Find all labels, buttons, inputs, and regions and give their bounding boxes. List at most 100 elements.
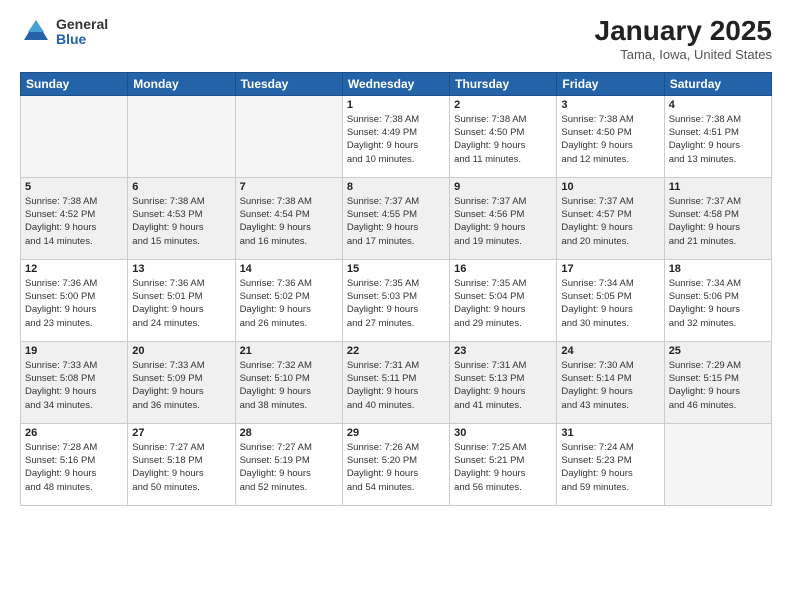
- day-info: Sunrise: 7:38 AM Sunset: 4:50 PM Dayligh…: [454, 113, 552, 166]
- day-number: 7: [240, 181, 338, 193]
- weekday-header-thursday: Thursday: [450, 72, 557, 95]
- calendar-cell: 22 Sunrise: 7:31 AM Sunset: 5:11 PM Dayli…: [342, 341, 449, 423]
- calendar-cell: 29Sunrise: 7:26 AM Sunset: 5:20 PM Dayli…: [342, 423, 449, 505]
- day-info: Sunrise: 7:27 AM Sunset: 5:19 PM Dayligh…: [240, 441, 338, 494]
- weekday-header-sunday: Sunday: [21, 72, 128, 95]
- calendar-cell: 26 Sunrise: 7:28 AM Sunset: 5:16 PM Dayli…: [21, 423, 128, 505]
- calendar-cell: 8 Sunrise: 7:37 AM Sunset: 4:55 PM Daylig…: [342, 177, 449, 259]
- day-info: Sunrise: 7:34 AM Sunset: 5:05 PM Dayligh…: [561, 277, 659, 330]
- calendar-cell: 28 Sunrise: 7:27 AM Sunset: 5:19 PM Dayli…: [235, 423, 342, 505]
- day-number: 27: [132, 427, 230, 439]
- day-info: Sunrise: 7:31 AM Sunset: 5:13 PM Dayligh…: [454, 359, 552, 412]
- day-number: 23: [454, 345, 552, 357]
- calendar-cell: 20 Sunrise: 7:33 AM Sunset: 5:09 PM Dayli…: [128, 341, 235, 423]
- day-number: 4: [669, 99, 767, 111]
- week-row-3: 12Sunrise: 7:36 AM Sunset: 5:00 PM Dayli…: [21, 259, 772, 341]
- calendar: SundayMondayTuesdayWednesdayThursdayFrid…: [20, 72, 772, 506]
- week-row-4: 19Sunrise: 7:33 AM Sunset: 5:08 PM Dayli…: [21, 341, 772, 423]
- weekday-header-wednesday: Wednesday: [342, 72, 449, 95]
- calendar-cell: 16 Sunrise: 7:35 AM Sunset: 5:04 PM Dayli…: [450, 259, 557, 341]
- calendar-cell: 19Sunrise: 7:33 AM Sunset: 5:08 PM Dayli…: [21, 341, 128, 423]
- week-row-5: 26 Sunrise: 7:28 AM Sunset: 5:16 PM Dayli…: [21, 423, 772, 505]
- day-info: Sunrise: 7:38 AM Sunset: 4:54 PM Dayligh…: [240, 195, 338, 248]
- calendar-cell: 21 Sunrise: 7:32 AM Sunset: 5:10 PM Dayli…: [235, 341, 342, 423]
- logo-general: General: [56, 17, 108, 32]
- day-number: 19: [25, 345, 123, 357]
- day-info: Sunrise: 7:24 AM Sunset: 5:23 PM Dayligh…: [561, 441, 659, 494]
- day-number: 22: [347, 345, 445, 357]
- day-info: Sunrise: 7:25 AM Sunset: 5:21 PM Dayligh…: [454, 441, 552, 494]
- weekday-header-tuesday: Tuesday: [235, 72, 342, 95]
- calendar-cell: [664, 423, 771, 505]
- day-info: Sunrise: 7:31 AM Sunset: 5:11 PM Dayligh…: [347, 359, 445, 412]
- day-number: 31: [561, 427, 659, 439]
- calendar-cell: 17 Sunrise: 7:34 AM Sunset: 5:05 PM Dayli…: [557, 259, 664, 341]
- day-number: 30: [454, 427, 552, 439]
- day-number: 13: [132, 263, 230, 275]
- day-info: Sunrise: 7:38 AM Sunset: 4:51 PM Dayligh…: [669, 113, 767, 166]
- calendar-cell: 2 Sunrise: 7:38 AM Sunset: 4:50 PM Daylig…: [450, 95, 557, 177]
- day-info: Sunrise: 7:37 AM Sunset: 4:55 PM Dayligh…: [347, 195, 445, 248]
- day-info: Sunrise: 7:36 AM Sunset: 5:02 PM Dayligh…: [240, 277, 338, 330]
- calendar-cell: [128, 95, 235, 177]
- page-container: General Blue January 2025 Tama, Iowa, Un…: [0, 0, 792, 612]
- calendar-cell: 5Sunrise: 7:38 AM Sunset: 4:52 PM Daylig…: [21, 177, 128, 259]
- day-number: 17: [561, 263, 659, 275]
- day-info: Sunrise: 7:32 AM Sunset: 5:10 PM Dayligh…: [240, 359, 338, 412]
- weekday-header-saturday: Saturday: [664, 72, 771, 95]
- calendar-cell: 7 Sunrise: 7:38 AM Sunset: 4:54 PM Daylig…: [235, 177, 342, 259]
- day-info: Sunrise: 7:35 AM Sunset: 5:04 PM Dayligh…: [454, 277, 552, 330]
- logo-blue: Blue: [56, 32, 108, 47]
- calendar-cell: 1 Sunrise: 7:38 AM Sunset: 4:49 PM Daylig…: [342, 95, 449, 177]
- day-number: 28: [240, 427, 338, 439]
- calendar-cell: 14 Sunrise: 7:36 AM Sunset: 5:02 PM Dayli…: [235, 259, 342, 341]
- day-number: 16: [454, 263, 552, 275]
- calendar-cell: 27 Sunrise: 7:27 AM Sunset: 5:18 PM Dayli…: [128, 423, 235, 505]
- calendar-cell: 9Sunrise: 7:37 AM Sunset: 4:56 PM Daylig…: [450, 177, 557, 259]
- day-info: Sunrise: 7:38 AM Sunset: 4:49 PM Dayligh…: [347, 113, 445, 166]
- calendar-cell: 11Sunrise: 7:37 AM Sunset: 4:58 PM Dayli…: [664, 177, 771, 259]
- calendar-cell: 30 Sunrise: 7:25 AM Sunset: 5:21 PM Dayli…: [450, 423, 557, 505]
- day-number: 5: [25, 181, 123, 193]
- day-info: Sunrise: 7:33 AM Sunset: 5:09 PM Dayligh…: [132, 359, 230, 412]
- day-number: 6: [132, 181, 230, 193]
- day-info: Sunrise: 7:27 AM Sunset: 5:18 PM Dayligh…: [132, 441, 230, 494]
- day-info: Sunrise: 7:37 AM Sunset: 4:57 PM Dayligh…: [561, 195, 659, 248]
- day-number: 3: [561, 99, 659, 111]
- day-number: 11: [669, 181, 767, 193]
- day-info: Sunrise: 7:29 AM Sunset: 5:15 PM Dayligh…: [669, 359, 767, 412]
- day-info: Sunrise: 7:38 AM Sunset: 4:53 PM Dayligh…: [132, 195, 230, 248]
- logo-icon: [20, 16, 52, 48]
- day-number: 1: [347, 99, 445, 111]
- weekday-header-monday: Monday: [128, 72, 235, 95]
- calendar-cell: 10Sunrise: 7:37 AM Sunset: 4:57 PM Dayli…: [557, 177, 664, 259]
- logo-text: General Blue: [56, 17, 108, 48]
- calendar-cell: 4 Sunrise: 7:38 AM Sunset: 4:51 PM Daylig…: [664, 95, 771, 177]
- day-number: 21: [240, 345, 338, 357]
- calendar-cell: [235, 95, 342, 177]
- day-number: 26: [25, 427, 123, 439]
- day-number: 8: [347, 181, 445, 193]
- day-number: 20: [132, 345, 230, 357]
- calendar-cell: 15Sunrise: 7:35 AM Sunset: 5:03 PM Dayli…: [342, 259, 449, 341]
- title-area: January 2025 Tama, Iowa, United States: [595, 16, 772, 62]
- calendar-cell: 25 Sunrise: 7:29 AM Sunset: 5:15 PM Dayli…: [664, 341, 771, 423]
- day-info: Sunrise: 7:28 AM Sunset: 5:16 PM Dayligh…: [25, 441, 123, 494]
- calendar-cell: 24 Sunrise: 7:30 AM Sunset: 5:14 PM Dayli…: [557, 341, 664, 423]
- calendar-cell: 3Sunrise: 7:38 AM Sunset: 4:50 PM Daylig…: [557, 95, 664, 177]
- day-number: 2: [454, 99, 552, 111]
- location: Tama, Iowa, United States: [595, 47, 772, 62]
- day-number: 14: [240, 263, 338, 275]
- header: General Blue January 2025 Tama, Iowa, Un…: [20, 16, 772, 62]
- day-info: Sunrise: 7:30 AM Sunset: 5:14 PM Dayligh…: [561, 359, 659, 412]
- calendar-cell: 6 Sunrise: 7:38 AM Sunset: 4:53 PM Daylig…: [128, 177, 235, 259]
- day-number: 25: [669, 345, 767, 357]
- weekday-header-row: SundayMondayTuesdayWednesdayThursdayFrid…: [21, 72, 772, 95]
- day-info: Sunrise: 7:34 AM Sunset: 5:06 PM Dayligh…: [669, 277, 767, 330]
- day-number: 29: [347, 427, 445, 439]
- week-row-2: 5Sunrise: 7:38 AM Sunset: 4:52 PM Daylig…: [21, 177, 772, 259]
- calendar-cell: 31 Sunrise: 7:24 AM Sunset: 5:23 PM Dayli…: [557, 423, 664, 505]
- calendar-cell: 13Sunrise: 7:36 AM Sunset: 5:01 PM Dayli…: [128, 259, 235, 341]
- week-row-1: 1 Sunrise: 7:38 AM Sunset: 4:49 PM Daylig…: [21, 95, 772, 177]
- day-number: 24: [561, 345, 659, 357]
